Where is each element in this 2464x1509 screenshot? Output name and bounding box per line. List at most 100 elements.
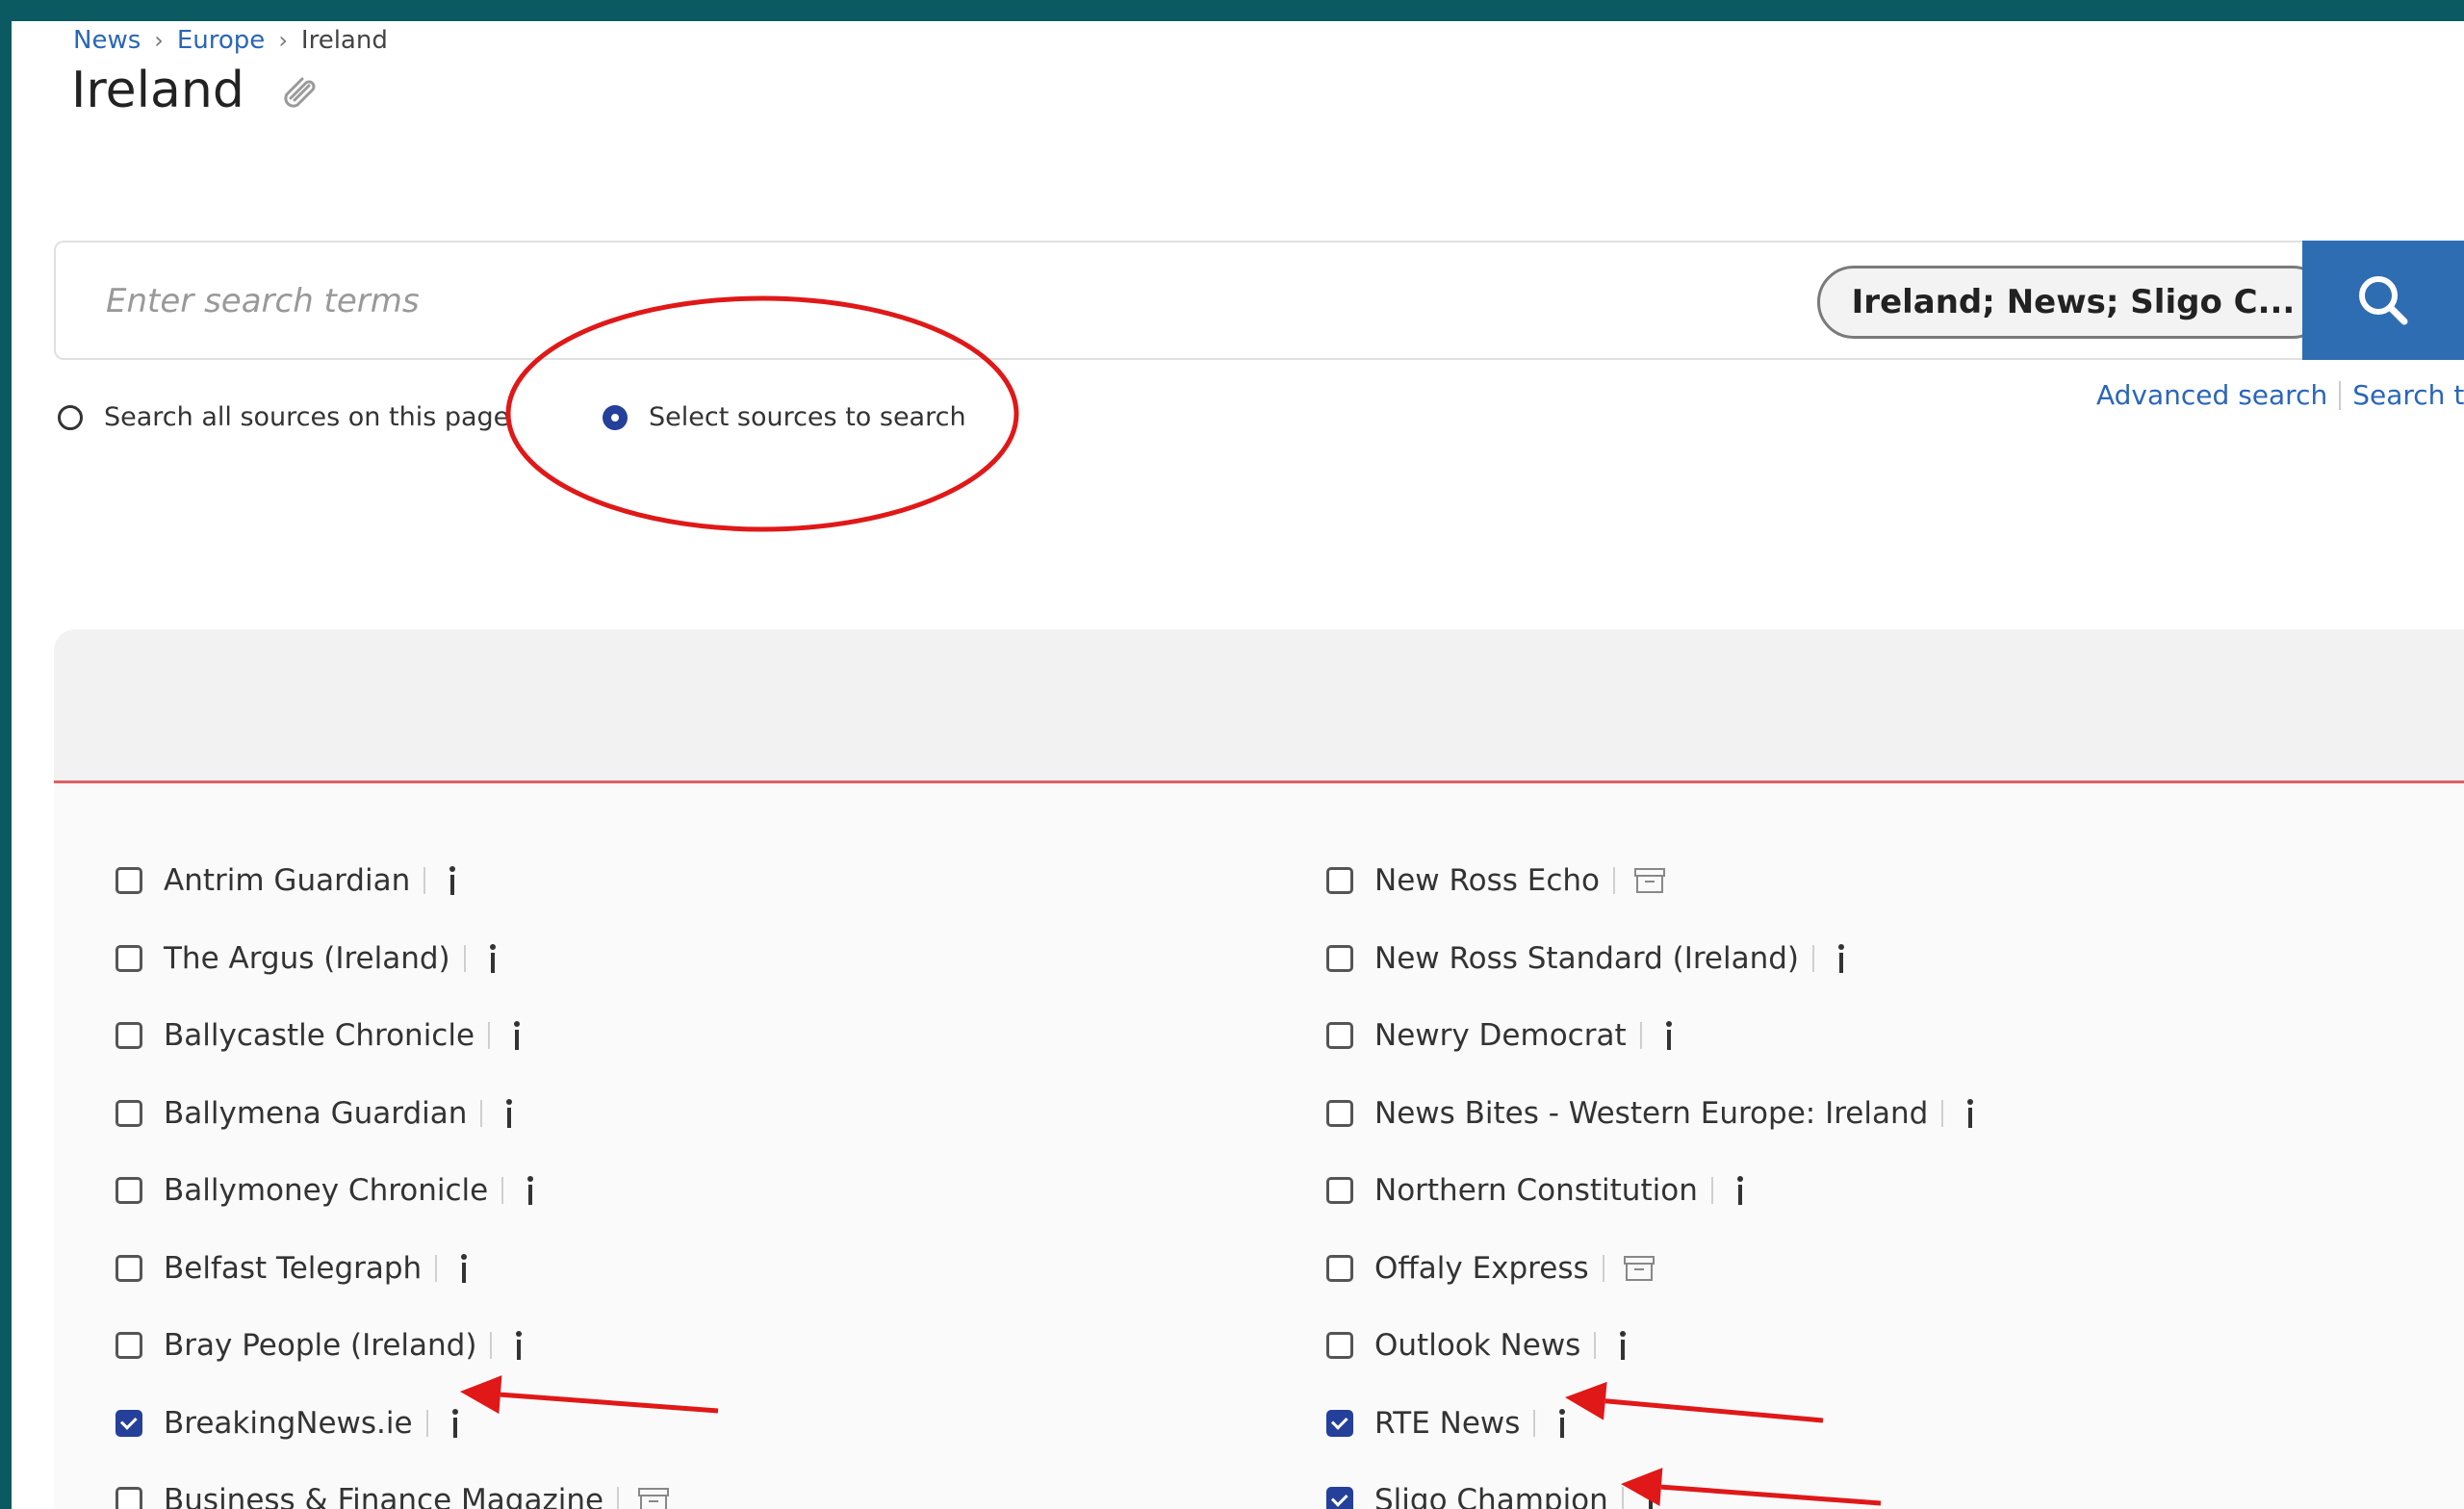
search-box: Ireland; News; Sligo C... (54, 241, 2464, 360)
source-item[interactable]: Ballymoney Chronicle (116, 1166, 540, 1215)
source-checkbox[interactable] (116, 1022, 142, 1049)
source-item[interactable]: Business & Finance Magazine (116, 1476, 671, 1509)
search-tips-link[interactable]: Search ti (2352, 379, 2464, 411)
source-item[interactable]: Bray People (Ireland) (116, 1321, 528, 1369)
source-item[interactable]: Offaly Express (1326, 1244, 1656, 1292)
info-icon[interactable] (454, 1249, 474, 1288)
info-icon[interactable] (483, 939, 502, 978)
separator (1639, 1022, 1642, 1049)
source-checkbox[interactable] (1326, 1022, 1353, 1049)
source-checkbox[interactable] (116, 1254, 142, 1282)
separator (501, 1177, 504, 1204)
source-name[interactable]: New Ross Standard (Ireland) (1374, 941, 1799, 976)
search-input[interactable] (104, 262, 1744, 341)
separator (463, 944, 466, 972)
source-name[interactable]: New Ross Echo (1374, 863, 1600, 898)
source-name[interactable]: Bray People (Ireland) (164, 1328, 476, 1363)
info-icon[interactable] (1613, 1326, 1632, 1365)
select-sources-option[interactable]: Select sources to search (603, 402, 966, 432)
source-name[interactable]: Ballymoney Chronicle (164, 1173, 488, 1208)
source-checkbox[interactable] (1326, 1254, 1353, 1282)
source-name[interactable]: The Argus (Ireland) (164, 941, 450, 976)
separator (1612, 867, 1615, 894)
source-name[interactable]: Offaly Express (1374, 1251, 1589, 1286)
archive-icon[interactable] (636, 1485, 671, 1509)
source-name[interactable]: Ballymena Guardian (164, 1096, 467, 1131)
source-name[interactable]: News Bites - Western Europe: Ireland (1374, 1096, 1928, 1131)
source-name[interactable]: RTE News (1374, 1406, 1520, 1441)
source-checkbox[interactable] (116, 944, 142, 972)
search-all-sources-label: Search all sources on this page (104, 402, 510, 432)
info-icon[interactable] (1731, 1171, 1750, 1210)
info-icon[interactable] (1832, 939, 1851, 978)
radio-button[interactable] (58, 404, 83, 430)
source-filter-pill[interactable]: Ireland; News; Sligo C... (1817, 266, 2329, 339)
source-item[interactable]: Belfast Telegraph (116, 1244, 474, 1292)
source-checkbox[interactable] (1326, 1099, 1353, 1127)
advanced-search-link[interactable]: Advanced search (2096, 379, 2327, 411)
paperclip-icon[interactable] (277, 69, 320, 112)
search-icon (2359, 276, 2408, 325)
source-item[interactable]: News Bites - Western Europe: Ireland (1326, 1089, 1980, 1138)
source-name[interactable]: Outlook News (1374, 1328, 1580, 1363)
info-icon[interactable] (1659, 1016, 1679, 1055)
info-icon[interactable] (443, 861, 462, 900)
breadcrumb-europe[interactable]: Europe (177, 26, 265, 55)
source-item[interactable]: Newry Democrat (1326, 1011, 1679, 1060)
source-checkbox[interactable] (116, 1487, 142, 1509)
info-icon[interactable] (509, 1326, 528, 1365)
source-item[interactable]: RTE News (1326, 1399, 1572, 1447)
source-item[interactable]: Outlook News (1326, 1321, 1632, 1369)
source-name[interactable]: Newry Democrat (1374, 1018, 1627, 1053)
info-icon[interactable] (500, 1094, 519, 1133)
search-all-sources-option[interactable]: Search all sources on this page (58, 402, 509, 432)
source-checkbox-checked[interactable] (1326, 1409, 1353, 1437)
info-icon[interactable] (446, 1404, 465, 1443)
separator (435, 1254, 438, 1282)
source-name[interactable]: Sligo Champion (1374, 1483, 1608, 1509)
source-checkbox-checked[interactable] (116, 1409, 142, 1437)
archive-icon[interactable] (1632, 865, 1667, 896)
separator (490, 1332, 493, 1359)
separator (1602, 1254, 1604, 1282)
separator (1710, 1177, 1713, 1204)
separator (488, 1022, 491, 1049)
info-icon[interactable] (507, 1016, 526, 1055)
source-checkbox[interactable] (116, 1332, 142, 1359)
source-checkbox[interactable] (1326, 1177, 1353, 1204)
source-checkbox[interactable] (116, 1177, 142, 1204)
source-name[interactable]: BreakingNews.ie (164, 1406, 413, 1441)
source-name[interactable]: Antrim Guardian (164, 863, 410, 898)
source-checkbox[interactable] (116, 1099, 142, 1127)
source-item[interactable]: Ballymena Guardian (116, 1089, 519, 1138)
archive-icon[interactable] (1622, 1253, 1656, 1284)
info-icon[interactable] (1641, 1481, 1660, 1509)
source-name[interactable]: Belfast Telegraph (164, 1251, 422, 1286)
source-name[interactable]: Northern Constitution (1374, 1173, 1698, 1208)
source-checkbox[interactable] (116, 867, 142, 894)
source-item[interactable]: BreakingNews.ie (116, 1399, 465, 1447)
search-button[interactable] (2302, 241, 2464, 360)
source-item[interactable]: New Ross Standard (Ireland) (1326, 934, 1851, 983)
source-name[interactable]: Ballycastle Chronicle (164, 1018, 475, 1053)
source-checkbox[interactable] (1326, 867, 1353, 894)
separator (1941, 1099, 1944, 1127)
info-icon[interactable] (1553, 1404, 1572, 1443)
source-item[interactable]: Northern Constitution (1326, 1166, 1750, 1215)
source-checkbox[interactable] (1326, 944, 1353, 972)
radio-button-selected[interactable] (603, 404, 628, 430)
source-item[interactable]: Antrim Guardian (116, 857, 462, 905)
breadcrumb-news[interactable]: News (73, 26, 141, 55)
source-item[interactable]: Ballycastle Chronicle (116, 1011, 526, 1060)
source-item[interactable]: The Argus (Ireland) (116, 934, 502, 983)
breadcrumb-ireland: Ireland (300, 26, 388, 55)
source-checkbox-checked[interactable] (1326, 1487, 1353, 1509)
info-icon[interactable] (1961, 1094, 1980, 1133)
source-name[interactable]: Business & Finance Magazine (164, 1483, 603, 1509)
source-item[interactable]: New Ross Echo (1326, 857, 1667, 905)
separator (617, 1487, 620, 1509)
info-icon[interactable] (521, 1171, 540, 1210)
separator (1812, 944, 1815, 972)
source-checkbox[interactable] (1326, 1332, 1353, 1359)
source-item[interactable]: Sligo Champion (1326, 1476, 1660, 1509)
